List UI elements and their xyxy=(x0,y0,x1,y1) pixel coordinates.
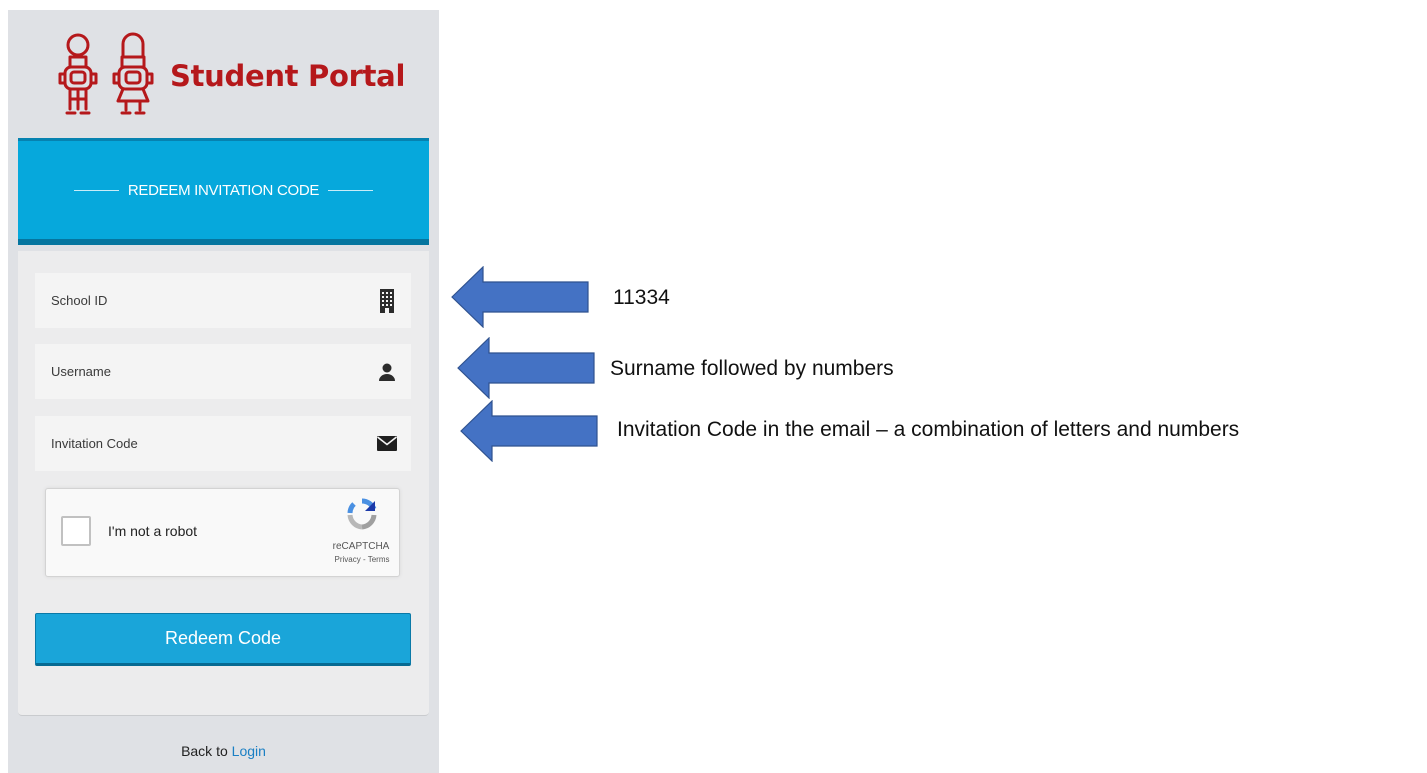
invitation-code-note: Invitation Code in the email – a combina… xyxy=(617,418,1240,441)
invitation-code-field-wrapper xyxy=(35,416,411,471)
redeem-form: I'm not a robot reCAPTCHA Privacy - Term… xyxy=(18,251,429,716)
brand: Student Portal xyxy=(56,26,405,126)
two-students-icon xyxy=(58,32,154,115)
recaptcha-logo-icon xyxy=(347,498,377,530)
username-field-wrapper xyxy=(35,344,411,399)
school-id-input[interactable] xyxy=(51,293,351,308)
building-icon xyxy=(376,288,398,313)
back-to-prefix: Back to xyxy=(181,743,232,759)
recaptcha-links[interactable]: Privacy - Terms xyxy=(329,555,395,564)
portal-panel: Student Portal REDEEM INVITATION CODE Sc… xyxy=(8,10,439,773)
redeem-code-button[interactable]: Redeem Code xyxy=(35,613,411,666)
envelope-icon xyxy=(376,433,398,455)
login-link[interactable]: Login xyxy=(232,743,266,759)
form-header: REDEEM INVITATION CODE xyxy=(18,138,429,245)
arrow-left-icon xyxy=(451,266,589,328)
username-note: Surname followed by numbers xyxy=(610,357,894,380)
recaptcha-brand: reCAPTCHA xyxy=(332,541,390,552)
header-rule-right xyxy=(328,189,374,191)
recaptcha-label: I'm not a robot xyxy=(108,523,198,539)
school-id-field-wrapper xyxy=(35,273,411,328)
invitation-code-input[interactable] xyxy=(51,436,351,451)
school-id-note: 11334 xyxy=(613,286,670,309)
arrow-left-icon xyxy=(457,337,595,399)
form-header-title: REDEEM INVITATION CODE xyxy=(127,181,320,199)
arrow-left-icon xyxy=(460,400,598,462)
user-icon xyxy=(376,361,398,383)
username-input[interactable] xyxy=(51,364,351,379)
header-rule-left xyxy=(73,189,119,191)
recaptcha-widget: I'm not a robot reCAPTCHA Privacy - Term… xyxy=(45,488,400,577)
recaptcha-checkbox[interactable] xyxy=(61,516,91,546)
back-to-login: Back to Login xyxy=(8,743,439,759)
brand-title: Student Portal xyxy=(170,59,406,93)
